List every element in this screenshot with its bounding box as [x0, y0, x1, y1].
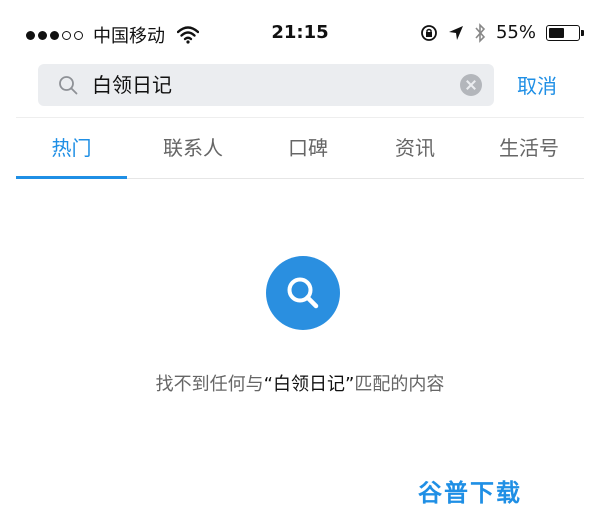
empty-message-suffix: 匹配的内容	[354, 374, 445, 395]
empty-state-message: 找不到任何与“白领日记”匹配的内容	[0, 370, 600, 396]
watermark-logo: 谷普下载	[418, 479, 522, 507]
status-right: 55%	[420, 22, 584, 43]
clear-icon[interactable]	[460, 74, 482, 96]
tab-lifestyle-accounts[interactable]: 生活号	[474, 118, 584, 180]
location-arrow-icon	[448, 25, 463, 40]
battery-icon	[546, 24, 584, 41]
search-bar: 取消	[0, 58, 600, 116]
empty-message-keyword: “白领日记”	[263, 374, 355, 395]
tab-bar: 热门 联系人 口碑 资讯 生活号	[16, 117, 584, 179]
status-bar: 中国移动 21:15 55%	[0, 0, 600, 58]
rotation-lock-icon	[421, 24, 437, 41]
search-icon	[59, 76, 78, 95]
empty-search-icon	[266, 256, 340, 330]
active-tab-indicator	[16, 176, 127, 179]
cancel-button[interactable]: 取消	[517, 70, 557, 99]
tab-contacts[interactable]: 联系人	[134, 118, 252, 180]
search-icon	[287, 277, 319, 309]
battery-fill	[549, 27, 564, 38]
tab-reviews[interactable]: 口碑	[249, 118, 367, 180]
battery-cap	[581, 29, 584, 36]
bluetooth-icon	[475, 22, 486, 43]
search-field[interactable]	[38, 64, 494, 106]
tab-hot[interactable]: 热门	[16, 118, 127, 180]
empty-message-prefix: 找不到任何与	[155, 374, 264, 395]
tab-news[interactable]: 资讯	[356, 118, 474, 180]
battery-percent: 55%	[495, 22, 536, 43]
search-input[interactable]	[92, 64, 452, 106]
